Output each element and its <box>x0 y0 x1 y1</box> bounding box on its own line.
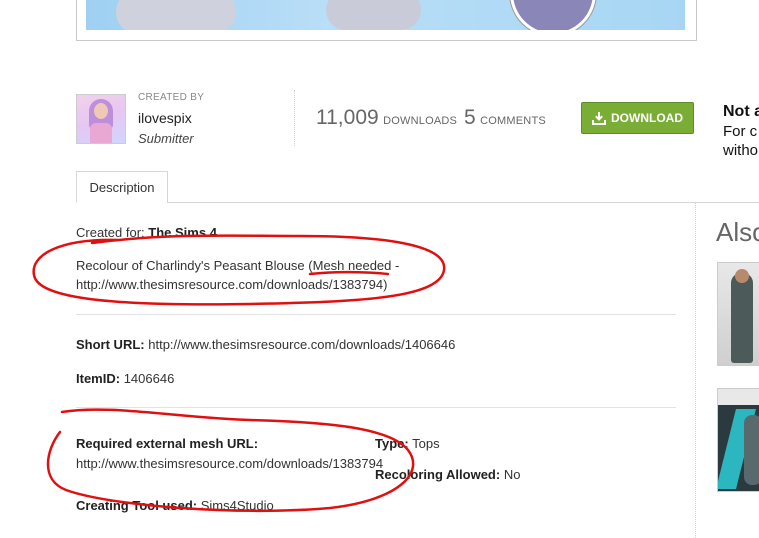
type-value: Tops <box>412 436 440 451</box>
thumbnail-banner <box>718 389 759 405</box>
creator-name-link[interactable]: ilovespix <box>138 110 192 126</box>
comments-count: 5 <box>464 106 476 129</box>
required-mesh-label: Required external mesh URL: <box>76 436 259 451</box>
created-for-row: Created for: The Sims 4 <box>76 225 217 240</box>
recoloring-label: Recoloring Allowed: <box>375 467 501 482</box>
creating-tool-value: Sims4Studio <box>200 498 274 513</box>
short-url-label: Short URL: <box>76 337 145 352</box>
thumbnail-face <box>735 269 749 283</box>
side-note-title: Not a <box>723 103 759 120</box>
preview-figure <box>326 0 421 30</box>
item-preview-image[interactable] <box>76 0 697 41</box>
preview-figure <box>116 0 236 30</box>
downloads-label: DOWNLOADS <box>383 115 458 127</box>
recoloring-row: Recoloring Allowed: No <box>375 467 520 482</box>
type-label: Type: <box>375 436 409 451</box>
mesh-needed-text: Mesh needed <box>312 258 392 273</box>
preview-picture <box>86 0 685 30</box>
avatar-body <box>90 123 112 143</box>
download-button-label: DOWNLOAD <box>611 111 683 125</box>
thumbnail-figure <box>731 273 753 363</box>
related-item-thumbnail[interactable] <box>717 262 759 366</box>
comments-stat[interactable]: 5 COMMENTS <box>464 106 546 130</box>
thumbnail-figure <box>744 415 759 485</box>
item-id-label: ItemID: <box>76 371 121 386</box>
column-divider <box>695 203 697 538</box>
creator-role: Submitter <box>138 131 194 146</box>
side-note-line: witho <box>723 142 759 159</box>
tab-description[interactable]: Description <box>76 171 168 203</box>
preview-zoom-circle <box>510 0 596 30</box>
recolour-dash: - <box>391 258 400 273</box>
downloads-stat: 11,009 DOWNLOADS <box>316 106 457 130</box>
created-for-label: Created for: <box>76 225 145 240</box>
created-for-game-link[interactable]: The Sims 4 <box>148 225 217 240</box>
created-by-label: CREATED BY <box>138 92 205 103</box>
download-icon <box>592 111 606 125</box>
avatar-head <box>94 103 108 119</box>
section-divider <box>76 407 676 408</box>
divider <box>294 90 296 146</box>
creator-avatar[interactable] <box>76 94 126 144</box>
tab-underline <box>167 202 759 203</box>
related-item-thumbnail[interactable] <box>717 388 759 492</box>
download-button[interactable]: DOWNLOAD <box>581 102 694 134</box>
short-url-row: Short URL: http://www.thesimsresource.co… <box>76 337 455 352</box>
item-id-value: 1406646 <box>123 371 175 386</box>
item-id-row: ItemID: 1406646 <box>76 371 174 386</box>
creating-tool-label: Creating Tool used: <box>76 498 198 513</box>
type-row: Type: Tops <box>375 436 440 451</box>
also-section-title: Also <box>716 217 759 247</box>
required-mesh-link[interactable]: http://www.thesimsresource.com/downloads… <box>76 456 383 471</box>
short-url-value[interactable]: http://www.thesimsresource.com/downloads… <box>148 337 455 352</box>
side-note-line: For c <box>723 123 758 140</box>
recolour-text: Recolour of Charlindy's Peasant Blouse ( <box>76 258 313 273</box>
recoloring-value: No <box>503 467 521 482</box>
section-divider <box>76 314 676 315</box>
comments-label: COMMENTS <box>480 115 546 127</box>
description-text-line: Recolour of Charlindy's Peasant Blouse (… <box>76 258 399 273</box>
creating-tool-row: Creating Tool used: Sims4Studio <box>76 498 274 513</box>
description-mesh-link[interactable]: http://www.thesimsresource.com/downloads… <box>76 277 387 292</box>
downloads-count: 11,009 <box>316 106 379 129</box>
